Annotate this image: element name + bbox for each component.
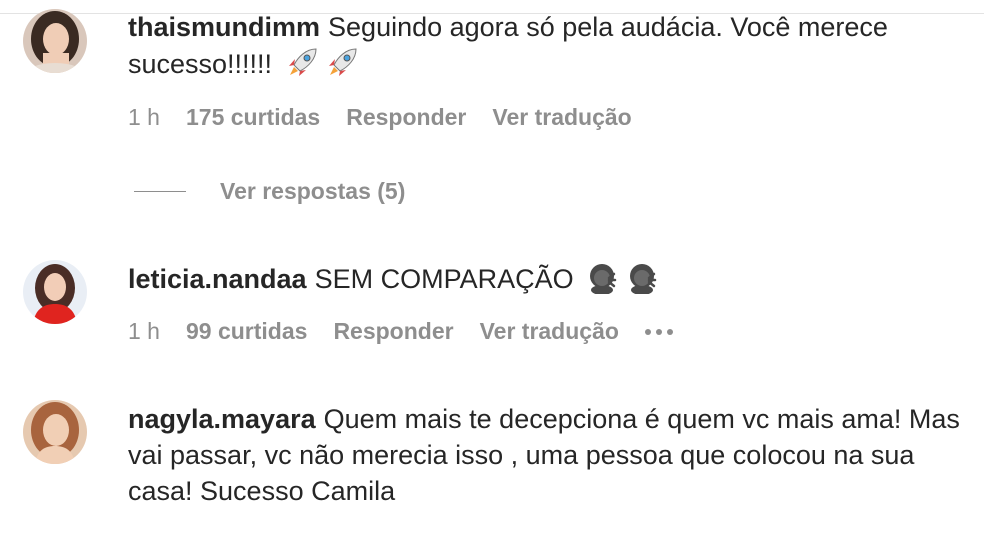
reply-button[interactable]: Responder: [346, 104, 466, 131]
rocket-icon: [286, 45, 320, 88]
more-options-icon[interactable]: [644, 328, 673, 335]
avatar[interactable]: [23, 400, 87, 464]
likes-count[interactable]: 175 curtidas: [186, 104, 320, 131]
comment-meta: 1 h 175 curtidas Responder Ver tradução: [128, 104, 658, 131]
view-replies-label[interactable]: Ver respostas (5): [220, 178, 405, 205]
comment-body: SEM COMPARAÇÃO: [314, 264, 574, 294]
view-replies-button[interactable]: Ver respostas (5): [134, 178, 405, 205]
comment-text: leticia.nandaa SEM COMPARAÇÃO: [128, 260, 968, 303]
translate-button[interactable]: Ver tradução: [492, 104, 631, 131]
reply-button[interactable]: Responder: [333, 318, 453, 345]
comment-username[interactable]: leticia.nandaa: [128, 264, 307, 294]
comment-text: thaismundimm Seguindo agora só pela audác…: [128, 9, 968, 88]
avatar[interactable]: [23, 9, 87, 73]
rocket-icon: [326, 45, 360, 88]
avatar[interactable]: [23, 260, 87, 324]
comment-username[interactable]: thaismundimm: [128, 12, 320, 42]
comment-text: nagyla.mayara Quem mais te decepciona é q…: [128, 401, 963, 509]
face-blowing-icon: [587, 260, 621, 303]
comment-time: 1 h: [128, 318, 160, 344]
likes-count[interactable]: 99 curtidas: [186, 318, 307, 345]
comment-username[interactable]: nagyla.mayara: [128, 404, 316, 434]
face-blowing-icon: [627, 260, 661, 303]
comment-time: 1 h: [128, 104, 160, 130]
translate-button[interactable]: Ver tradução: [480, 318, 619, 345]
comment-meta: 1 h 99 curtidas Responder Ver tradução: [128, 318, 673, 345]
replies-line: [134, 191, 186, 192]
